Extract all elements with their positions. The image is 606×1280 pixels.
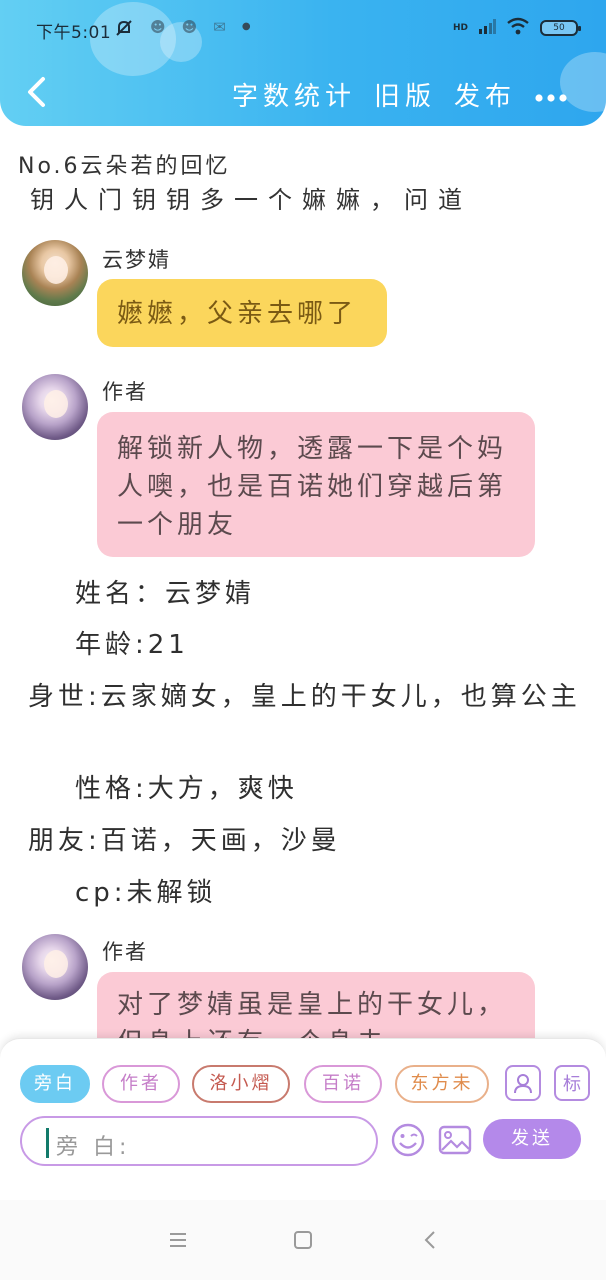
menu-icon bbox=[170, 1233, 186, 1247]
role-chip-character[interactable]: 百诺 bbox=[304, 1065, 382, 1103]
signal-icon bbox=[478, 18, 496, 38]
role-chip-narrator[interactable]: 旁白 bbox=[20, 1065, 90, 1103]
narration-line: cp:未解锁 bbox=[75, 878, 217, 908]
narration-line: 朋友:百诺，天画，沙曼 bbox=[28, 826, 341, 856]
app-header: 下午5:01 ☻ ☻ ✉ ● HD 50 字数统计 旧版 发布 bbox=[0, 0, 606, 126]
notification-icons: ☻ ☻ ✉ ● bbox=[114, 18, 251, 42]
avatar-face bbox=[44, 950, 68, 978]
menu-button[interactable] bbox=[164, 1226, 192, 1254]
image-button[interactable] bbox=[436, 1121, 474, 1159]
avatar[interactable] bbox=[22, 374, 88, 440]
speaker-name: 作者 bbox=[102, 380, 148, 404]
role-chip-author[interactable]: 作者 bbox=[102, 1065, 180, 1103]
narration-line: 身世:云家嫡女，皇上的干女儿，也算公主 bbox=[28, 682, 581, 712]
input-panel: 旁白 作者 洛小熠 百诺 东方未 标 旁 白: 发送 bbox=[0, 1038, 606, 1200]
battery-indicator: 50 bbox=[540, 20, 581, 36]
system-back-button[interactable] bbox=[416, 1226, 444, 1254]
word-count-link[interactable]: 字数统计 bbox=[232, 76, 356, 113]
narration-line: 年龄:21 bbox=[75, 630, 189, 660]
narration-line: 姓名：云梦婧 bbox=[75, 579, 256, 609]
input-placeholder: 旁 白: bbox=[56, 1135, 131, 1160]
message-bubble[interactable]: 嬷嬷，父亲去哪了 bbox=[97, 279, 387, 347]
text-caret bbox=[46, 1128, 49, 1158]
speaker-name: 云梦婧 bbox=[102, 248, 171, 272]
more-options-button[interactable] bbox=[534, 81, 568, 109]
home-button[interactable] bbox=[289, 1226, 317, 1254]
chevron-left-icon bbox=[424, 1231, 435, 1249]
chat-novel-editor-screen: 下午5:01 ☻ ☻ ✉ ● HD 50 字数统计 旧版 发布 No.6云朵若的… bbox=[0, 0, 606, 1280]
speaker-name: 作者 bbox=[102, 940, 148, 964]
mute-bell-icon bbox=[114, 18, 134, 42]
home-square-icon bbox=[294, 1231, 312, 1249]
old-version-link[interactable]: 旧版 bbox=[374, 76, 436, 113]
person-icon bbox=[514, 1074, 532, 1094]
partial-text: 钥人门钥钥多一个嫲嫲，问道 bbox=[30, 186, 472, 212]
character-manage-button[interactable] bbox=[505, 1065, 541, 1101]
publish-link[interactable]: 发布 bbox=[454, 76, 516, 113]
emoji-button[interactable] bbox=[389, 1121, 427, 1159]
avatar-face bbox=[44, 390, 68, 418]
nav-actions: 字数统计 旧版 发布 bbox=[232, 76, 568, 113]
role-chip-character[interactable]: 洛小熠 bbox=[192, 1065, 290, 1103]
status-bar: 下午5:01 ☻ ☻ ✉ ● HD 50 bbox=[0, 0, 606, 58]
wifi-icon bbox=[506, 17, 530, 39]
nav-bar: 字数统计 旧版 发布 bbox=[0, 62, 606, 122]
message-input[interactable]: 旁 白: bbox=[20, 1116, 378, 1166]
chevron-left-icon bbox=[28, 77, 45, 107]
system-nav-bar bbox=[0, 1200, 606, 1280]
more-dots-icon bbox=[535, 93, 567, 102]
chapter-title: No.6云朵若的回忆 bbox=[18, 154, 231, 179]
status-right: HD 50 bbox=[452, 17, 581, 39]
tag-button[interactable]: 标 bbox=[554, 1065, 590, 1101]
image-icon bbox=[438, 1125, 472, 1155]
avatar[interactable] bbox=[22, 934, 88, 1000]
narration-line: 性格:大方，爽快 bbox=[75, 774, 298, 804]
tag-label: 标 bbox=[563, 1074, 581, 1095]
avatar-face bbox=[44, 256, 68, 284]
message-bubble[interactable]: 解锁新人物，透露一下是个妈人噢，也是百诺她们穿越后第一个朋友 bbox=[97, 412, 535, 557]
dot-icon: ● bbox=[241, 21, 251, 32]
partial-text-line: 钥人门钥钥多一个嫲嫲，问道 bbox=[30, 186, 480, 212]
back-button[interactable] bbox=[18, 74, 54, 110]
send-button[interactable]: 发送 bbox=[483, 1119, 581, 1159]
app-icon: ☻ bbox=[150, 18, 166, 36]
role-chip-character[interactable]: 东方未 bbox=[395, 1065, 489, 1103]
network-type: HD bbox=[452, 22, 468, 33]
app-icon: ✉ bbox=[213, 18, 226, 36]
smiley-icon bbox=[391, 1123, 425, 1157]
app-icon: ☻ bbox=[181, 18, 198, 36]
status-time: 下午5:01 bbox=[36, 23, 112, 43]
avatar[interactable] bbox=[22, 240, 88, 306]
